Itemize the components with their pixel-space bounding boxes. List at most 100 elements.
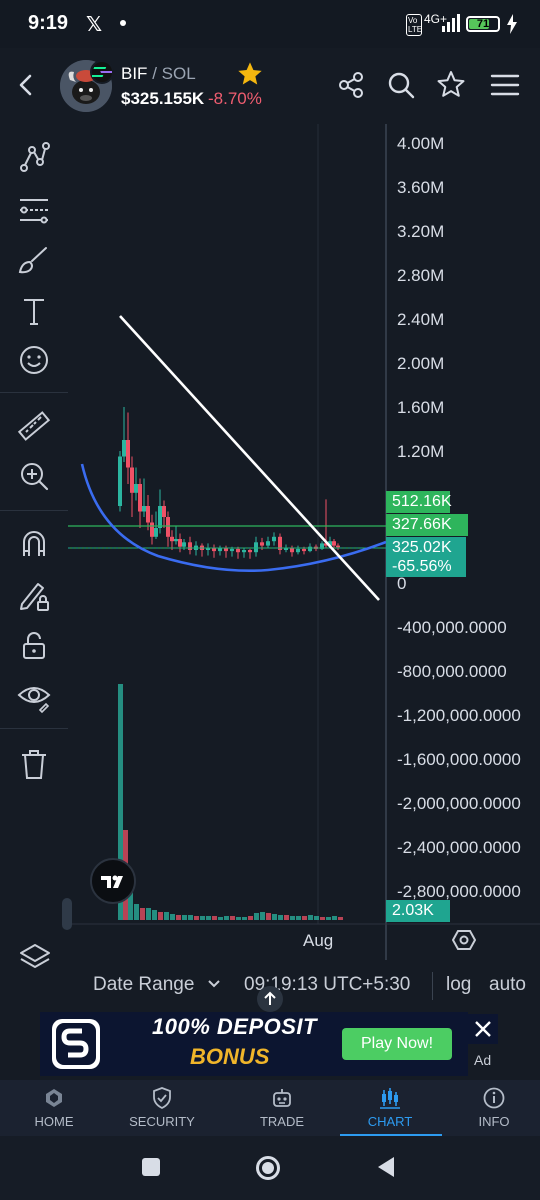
fib-retracement-tool-icon[interactable] (16, 192, 52, 228)
watchlist-star-icon[interactable] (434, 68, 468, 102)
auto-scale-toggle[interactable]: auto (489, 974, 526, 996)
volume-bar (332, 916, 337, 920)
pair-separator: / (152, 64, 157, 83)
volume-bar (134, 904, 139, 920)
tradingview-logo[interactable] (90, 858, 136, 904)
nav-home[interactable]: HOME (0, 1080, 108, 1136)
zoom-in-tool-icon[interactable] (16, 458, 52, 494)
ruler-tool-icon[interactable] (16, 408, 52, 444)
nav-chart-label: CHART (367, 1114, 413, 1129)
volume-tag: 2.03K (386, 900, 450, 922)
volume-bar (182, 915, 187, 920)
nav-security[interactable]: SECURITY (108, 1080, 216, 1136)
back-arrow-icon[interactable] (12, 70, 42, 100)
recents-icon[interactable] (140, 1156, 162, 1178)
brush-tool-icon[interactable] (16, 242, 52, 278)
y-axis-label: 1.20M (397, 442, 444, 461)
bottom-navigation: HOME SECURITY TRADE CHART INFO (0, 1080, 540, 1136)
chart-settings-icon[interactable] (452, 928, 476, 952)
volume-bar (146, 908, 151, 920)
y-axis-label: -2,400,000.0000 (397, 838, 521, 857)
system-navigation-bar (0, 1136, 540, 1200)
quote-symbol: SOL (161, 64, 196, 83)
volume-bar (272, 914, 277, 920)
close-icon (475, 1021, 491, 1037)
candle-body (150, 522, 154, 537)
nav-home-label: HOME (34, 1114, 74, 1129)
nav-info[interactable]: INFO (440, 1080, 540, 1136)
candle-body (336, 545, 340, 548)
candle-body (302, 548, 306, 552)
volume-bar (164, 912, 169, 920)
nav-info-label: INFO (478, 1114, 510, 1129)
toolbar-divider (0, 510, 68, 511)
x-axis-month-label: Aug (303, 931, 334, 950)
y-axis-label: 3.60M (397, 178, 444, 197)
text-tool-icon[interactable] (16, 294, 52, 330)
info-icon (483, 1087, 505, 1109)
current-price-tag: 325.02K -65.56% (386, 537, 466, 577)
lock-drawing-pencil-icon[interactable] (16, 578, 52, 614)
candle-body (230, 548, 234, 552)
y-axis-label: 4.00M (397, 134, 444, 153)
volume-bar (218, 917, 223, 920)
trend-line-tool-icon[interactable] (16, 140, 52, 176)
ad-label: Ad (474, 1052, 492, 1068)
volume-bar (296, 916, 301, 920)
candle-body (170, 536, 174, 542)
share-icon[interactable] (334, 68, 368, 102)
volume-bar (260, 912, 265, 920)
candle-body (130, 467, 134, 493)
volume-bar (224, 916, 229, 920)
scroll-up-button[interactable] (257, 986, 283, 1012)
ad-brand-logo (52, 1019, 100, 1069)
emoji-tool-icon[interactable] (16, 342, 52, 378)
date-range-selector[interactable]: Date Range (93, 974, 222, 996)
volume-bar (284, 915, 289, 920)
candle-body (308, 546, 312, 552)
volume-bar (320, 917, 325, 920)
ad-subtitle: BONUS (190, 1044, 270, 1069)
volume-bar (290, 916, 295, 920)
candle-body (134, 484, 138, 493)
log-scale-toggle[interactable]: log (446, 974, 471, 996)
y-axis-label: -2,800,000.0000 (397, 882, 521, 901)
unlock-icon[interactable] (16, 628, 52, 664)
y-axis-label: 1.60M (397, 398, 444, 417)
volume-bar (266, 913, 271, 920)
candle-body (272, 536, 276, 542)
ad-cta-button[interactable]: Play Now! (342, 1028, 452, 1060)
trash-icon[interactable] (16, 746, 52, 782)
nav-trade[interactable]: TRADE (228, 1080, 336, 1136)
nav-chart[interactable]: CHART (336, 1080, 444, 1136)
ad-close-button[interactable] (468, 1014, 498, 1044)
back-triangle-icon[interactable] (374, 1154, 398, 1180)
search-icon[interactable] (384, 68, 418, 102)
candle-body (248, 550, 252, 553)
volume-bar (206, 916, 211, 920)
candle-body (242, 550, 246, 553)
price-chart[interactable]: 4.00M 3.60M 3.20M 2.80M 2.40M 2.00M 1.60M 1.20M… (68, 124, 540, 960)
volume-bar (242, 917, 247, 920)
favorite-star-icon[interactable] (236, 60, 264, 88)
tradingview-icon (101, 875, 123, 888)
menu-icon[interactable] (488, 68, 522, 102)
current-price-change: -65.56% (392, 558, 452, 575)
date-range-label: Date Range (93, 974, 195, 995)
home-circle-icon[interactable] (254, 1154, 282, 1182)
y-axis-label: 2.40M (397, 310, 444, 329)
toolbar-scroll-handle[interactable] (62, 898, 72, 930)
volume-bar (230, 916, 235, 920)
visibility-eye-icon[interactable] (16, 678, 52, 714)
ad-banner[interactable]: 100% DEPOSIT BONUS Play Now! (40, 1012, 468, 1076)
candle-body (126, 440, 130, 468)
candle-body (254, 542, 258, 553)
magnet-tool-icon[interactable] (16, 526, 52, 562)
candle-body (236, 548, 240, 553)
candle-body (332, 541, 336, 546)
candle-body (174, 539, 178, 542)
volume-bar (278, 915, 283, 920)
volume-bar (200, 916, 205, 920)
candle-body (118, 456, 122, 506)
chart-canvas[interactable]: 4.00M 3.60M 3.20M 2.80M 2.40M 2.00M 1.60M 1.20M… (68, 124, 540, 960)
